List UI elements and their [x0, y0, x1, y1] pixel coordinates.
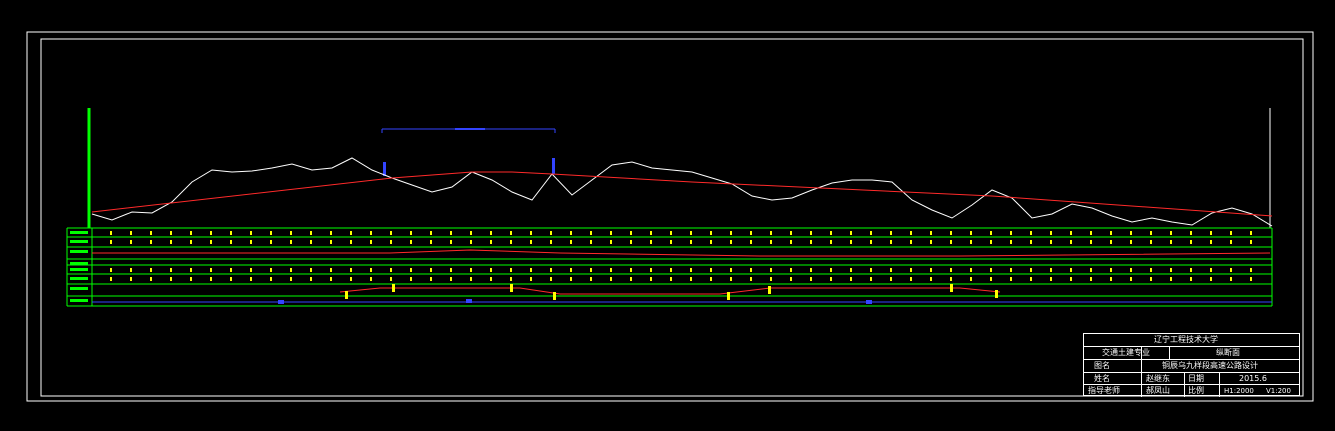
major-label: 交通土建专业 — [1102, 348, 1150, 357]
scale-label: 比例 — [1188, 386, 1204, 395]
school-name: 辽宁工程技术大学 — [1154, 335, 1218, 344]
data-bands — [66, 227, 1273, 307]
curve-marker-right — [552, 158, 555, 174]
student-name: 赵继东 — [1146, 374, 1170, 383]
advisor-label: 指导老师 — [1088, 386, 1120, 395]
date-label: 日期 — [1188, 374, 1204, 383]
scale-vertical: V1:200 — [1266, 387, 1291, 395]
curve-bracket — [381, 128, 556, 133]
date-value: 2015.6 — [1239, 374, 1267, 383]
drawing-name: 铜辰乌九样段高速公路设计 — [1162, 361, 1258, 370]
advisor-name: 郝凤山 — [1146, 386, 1170, 395]
student-label: 姓名 — [1094, 374, 1110, 383]
drawing-type: 纵断面 — [1216, 348, 1240, 357]
drawing-name-label: 图名 — [1094, 361, 1110, 370]
curve-marker-left — [383, 162, 386, 176]
scale-horizontal: H1:2000 — [1224, 387, 1254, 395]
title-block: 辽宁工程技术大学 交通土建专业 纵断面 图名 铜辰乌九样段高速公路设计 姓名 赵… — [1083, 333, 1300, 397]
